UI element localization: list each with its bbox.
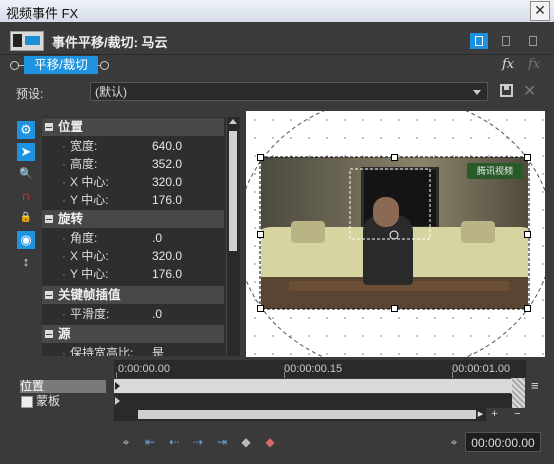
center-target-icon[interactable]: ◉ — [17, 231, 35, 249]
section-keyframe-interp[interactable]: 关键帧插值 — [42, 286, 224, 304]
fx-header: 事件平移/裁切: 马云 — [0, 22, 554, 55]
chain-end-knob — [100, 61, 109, 70]
collapse-icon — [45, 330, 53, 338]
add-keyframe-icon[interactable]: ◆ — [238, 435, 254, 449]
remove-fx-icon[interactable]: fx — [528, 57, 540, 72]
scroll-right-icon[interactable]: ▸ — [474, 408, 487, 421]
zoom-icon[interactable]: 🔍 — [17, 165, 35, 183]
grid-view-button[interactable] — [497, 33, 515, 49]
delete-keyframe-icon[interactable]: ◆ — [262, 435, 278, 449]
section-position[interactable]: 位置 — [42, 118, 224, 136]
close-button[interactable]: ✕ — [530, 1, 550, 21]
film-strip-icon — [10, 31, 44, 51]
preset-value: (默认) — [95, 85, 127, 99]
prop-row[interactable]: 角度:.0 — [42, 229, 224, 247]
chevron-down-icon — [473, 90, 481, 95]
timecode-label: 00:00:01.00 — [452, 363, 511, 375]
first-keyframe-icon[interactable]: ⇤ — [142, 435, 158, 449]
prop-row[interactable]: 平滑度:.0 — [42, 305, 224, 323]
tool-column: ⚙ ➤ 🔍 ∩ 🔒 ◉ ↕ — [14, 117, 40, 357]
timeline-end-marker — [511, 378, 525, 408]
cursor-marker-icon: ⌖ — [450, 435, 458, 449]
plugin-chain: 平移/裁切 fx fx — [0, 55, 554, 77]
save-preset-icon[interactable] — [500, 84, 513, 97]
prop-row[interactable]: 高度:352.0 — [42, 155, 224, 173]
timeline-scrollbar[interactable] — [114, 408, 486, 421]
keyframe-timeline: 0:00:00.00 00:00:00.15 00:00:01.00 ≡ 位置 … — [0, 360, 554, 464]
collapse-icon — [45, 215, 53, 223]
fx-title: 事件平移/裁切: 马云 — [52, 35, 168, 50]
section-rotation[interactable]: 旋转 — [42, 210, 224, 228]
section-source[interactable]: 源 — [42, 325, 224, 343]
pointer-icon[interactable]: ➤ — [17, 143, 35, 161]
collapse-icon — [45, 123, 53, 131]
list-view-button[interactable] — [524, 33, 542, 49]
preset-dropdown[interactable]: (默认) — [90, 82, 488, 101]
add-fx-icon[interactable]: fx — [502, 57, 514, 72]
timeline-ruler[interactable]: 0:00:00.00 00:00:00.15 00:00:01.00 — [114, 360, 526, 378]
lock-aspect-icon[interactable]: 🔒 — [17, 209, 35, 227]
zoom-in-button[interactable]: + — [488, 408, 501, 421]
settings-icon[interactable]: ⚙ — [17, 121, 35, 139]
magnet-icon[interactable]: ∩ — [17, 187, 35, 205]
collapse-icon — [45, 291, 53, 299]
zoom-out-button[interactable]: − — [511, 408, 524, 421]
prop-row[interactable]: Y 中心:176.0 — [42, 265, 224, 283]
track-label-position[interactable]: 位置 — [20, 380, 106, 393]
sync-cursor-icon[interactable]: ⌖ — [118, 435, 134, 449]
keyframe-icon — [115, 382, 120, 390]
next-keyframe-icon[interactable]: ⇢ — [190, 435, 206, 449]
properties-panel: 位置 宽度:640.0 高度:352.0 X 中心:320.0 Y 中心:176… — [42, 117, 240, 356]
keyframe-icon — [115, 397, 120, 405]
track-position[interactable] — [114, 379, 512, 393]
window-title: 视频事件 FX — [6, 6, 79, 21]
prop-row[interactable]: 宽度:640.0 — [42, 137, 224, 155]
pan-crop-plugin-button[interactable]: 平移/裁切 — [24, 56, 98, 74]
preset-label: 预设: — [16, 87, 44, 101]
prop-row[interactable]: Y 中心:176.0 — [42, 191, 224, 209]
track-label-mask: 蒙板 — [36, 394, 61, 408]
chain-start-knob — [10, 61, 19, 70]
mask-checkbox[interactable] — [21, 396, 33, 408]
prev-keyframe-icon[interactable]: ⇠ — [166, 435, 182, 449]
move-vertical-icon[interactable]: ↕ — [17, 253, 35, 271]
last-keyframe-icon[interactable]: ⇥ — [214, 435, 230, 449]
preview-canvas[interactable]: 腾讯视频 — [246, 111, 545, 357]
properties-scrollbar[interactable] — [226, 117, 239, 356]
menu-icon[interactable]: ≡ — [531, 378, 539, 393]
selection-box — [259, 156, 530, 310]
delete-preset-icon[interactable]: ✕ — [523, 81, 536, 101]
timecode-label: 00:00:00.15 — [284, 363, 343, 375]
single-view-button[interactable] — [470, 33, 488, 49]
prop-row[interactable]: X 中心:320.0 — [42, 173, 224, 191]
scroll-thumb — [229, 131, 237, 251]
prop-row[interactable]: X 中心:320.0 — [42, 247, 224, 265]
preset-bar: 预设: (默认) ✕ — [0, 80, 554, 104]
track-mask[interactable] — [114, 394, 512, 408]
timecode-label: 0:00:00.00 — [118, 363, 170, 375]
prop-row[interactable]: 保持宽高比:是 — [42, 344, 224, 356]
scroll-up-icon — [229, 119, 237, 124]
window-titlebar: 视频事件 FX ✕ — [0, 0, 554, 23]
current-time-display[interactable]: 00:00:00.00 — [465, 432, 541, 452]
